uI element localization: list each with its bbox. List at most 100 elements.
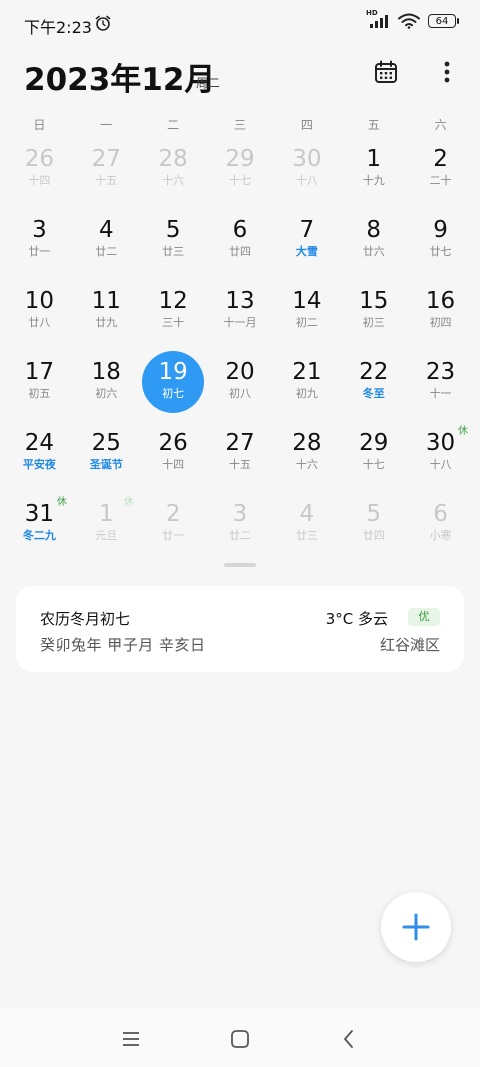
festival-label: 大雪	[295, 245, 318, 258]
day-cell[interactable]: 27 十五	[207, 424, 274, 495]
day-cell[interactable]: 30 十八	[273, 140, 340, 211]
day-cell[interactable]: 27 十五	[73, 140, 140, 211]
lunar-day-label: 小寒	[429, 529, 452, 542]
day-number: 4	[98, 217, 114, 243]
day-cell[interactable]: 2 二十	[407, 140, 474, 211]
day-cell[interactable]: 13 十一月	[207, 282, 274, 353]
day-number: 10	[24, 288, 55, 314]
day-number: 29	[359, 430, 389, 456]
day-cell[interactable]: 16 初四	[407, 282, 474, 353]
holiday-rest-badge: 休	[123, 497, 134, 508]
day-number: 28	[292, 430, 322, 456]
day-cell[interactable]: 12 三十	[140, 282, 207, 353]
lunar-day-label: 廿六	[362, 245, 385, 258]
lunar-day-label: 十四	[28, 174, 51, 187]
day-cell[interactable]: 10 廿八	[6, 282, 73, 353]
day-cell[interactable]: 7 大雪	[273, 211, 340, 282]
weekday-label: 四	[300, 118, 313, 132]
day-cell[interactable]: 8 廿六	[340, 211, 407, 282]
day-number: 21	[292, 359, 322, 385]
plus-icon	[402, 913, 430, 941]
lunar-day-label: 三十	[162, 316, 185, 329]
day-number: 22	[359, 359, 389, 385]
weekday-label: 五	[367, 118, 380, 132]
lunar-day-label: 初五	[28, 387, 51, 400]
day-cell[interactable]: 28 十六	[140, 140, 207, 211]
lunar-day-label: 十六	[295, 458, 318, 471]
day-cell-today[interactable]: 19 初七	[140, 351, 207, 424]
day-cell[interactable]: 14 初二	[273, 282, 340, 353]
lunar-day-label: 十六	[162, 174, 185, 187]
day-number: 27	[225, 430, 255, 456]
day-cell[interactable]: 2 廿一	[140, 495, 207, 566]
day-number: 18	[91, 359, 121, 385]
weekday-label: 二	[167, 118, 180, 132]
day-cell[interactable]: 6 小寒	[407, 495, 474, 566]
day-number: 15	[359, 288, 389, 314]
day-number: 1	[366, 146, 382, 172]
day-cell[interactable]: 17 初五	[6, 353, 73, 424]
lunar-day-label: 初八	[228, 387, 251, 400]
lunar-day-label: 十四	[162, 458, 185, 471]
drag-handle[interactable]	[224, 563, 256, 567]
calendar-grid: 26 十四 27 十五 28 十六 29 十七 30 十八 1 十九 2 二十 3 廿一 4 廿二 5 廿三 6 廿四 7 大…	[6, 140, 474, 566]
home-icon[interactable]	[229, 1028, 251, 1050]
day-cell[interactable]: 5 廿三	[140, 211, 207, 282]
day-cell[interactable]: 3 廿二	[207, 495, 274, 566]
day-cell[interactable]: 6 廿四	[207, 211, 274, 282]
add-event-button[interactable]	[381, 892, 451, 962]
day-cell[interactable]: 30 十八休	[407, 424, 474, 495]
day-cell[interactable]: 4 廿二	[73, 211, 140, 282]
back-icon[interactable]	[338, 1028, 360, 1050]
day-number: 7	[299, 217, 315, 243]
month-title[interactable]: 2023年12月	[24, 54, 215, 99]
day-cell[interactable]: 4 廿三	[273, 495, 340, 566]
date-info-card[interactable]: 农历冬月初七 癸卯兔年 甲子月 辛亥日 3°C 多云 优 红谷滩区	[16, 586, 464, 672]
day-number: 24	[24, 430, 55, 456]
day-cell[interactable]: 31 冬二九休	[6, 495, 73, 566]
day-number: 25	[91, 430, 121, 456]
day-number: 6	[433, 501, 448, 527]
status-icons: HD 64	[366, 9, 459, 29]
holiday-rest-badge: 休	[56, 497, 67, 508]
day-cell[interactable]: 20 初八	[207, 353, 274, 424]
day-cell[interactable]: 24 平安夜	[6, 424, 73, 495]
calendar-icon[interactable]	[372, 58, 400, 86]
weekday-label: 三	[234, 118, 247, 132]
air-quality-badge: 优	[408, 608, 440, 626]
lunar-day-label: 十一月	[223, 316, 257, 329]
day-number: 11	[91, 288, 121, 314]
more-vertical-icon[interactable]	[432, 58, 462, 86]
day-number: 3	[32, 217, 47, 243]
lunar-day-label: 十五	[228, 458, 251, 471]
festival-label: 冬至	[362, 387, 385, 400]
location-label: 红谷滩区	[379, 636, 440, 654]
lunar-day-label: 元旦	[95, 529, 118, 542]
lunar-day-label: 十九	[362, 174, 385, 187]
day-cell[interactable]: 28 十六	[273, 424, 340, 495]
lunar-day-label: 廿三	[295, 529, 318, 542]
day-cell[interactable]: 9 廿七	[407, 211, 474, 282]
day-cell[interactable]: 21 初九	[273, 353, 340, 424]
lunar-day-label: 廿四	[362, 529, 385, 542]
lunar-day-label: 廿一	[162, 529, 185, 542]
menu-icon[interactable]	[120, 1028, 142, 1050]
lunar-day-label: 十五	[95, 174, 118, 187]
day-cell[interactable]: 1 元旦休	[73, 495, 140, 566]
day-cell[interactable]: 3 廿一	[6, 211, 73, 282]
day-cell[interactable]: 5 廿四	[340, 495, 407, 566]
day-cell[interactable]: 29 十七	[340, 424, 407, 495]
status-time: 下午2:23	[24, 18, 92, 37]
day-cell[interactable]: 22 冬至	[340, 353, 407, 424]
day-cell[interactable]: 1 十九	[340, 140, 407, 211]
day-cell[interactable]: 26 十四	[140, 424, 207, 495]
day-cell[interactable]: 26 十四	[6, 140, 73, 211]
day-cell[interactable]: 11 廿九	[73, 282, 140, 353]
battery-indicator: 64	[428, 14, 459, 28]
day-cell[interactable]: 23 十一	[407, 353, 474, 424]
day-number: 14	[292, 288, 322, 314]
day-cell[interactable]: 15 初三	[340, 282, 407, 353]
day-cell[interactable]: 25 圣诞节	[73, 424, 140, 495]
day-cell[interactable]: 18 初六	[73, 353, 140, 424]
day-cell[interactable]: 29 十七	[207, 140, 274, 211]
